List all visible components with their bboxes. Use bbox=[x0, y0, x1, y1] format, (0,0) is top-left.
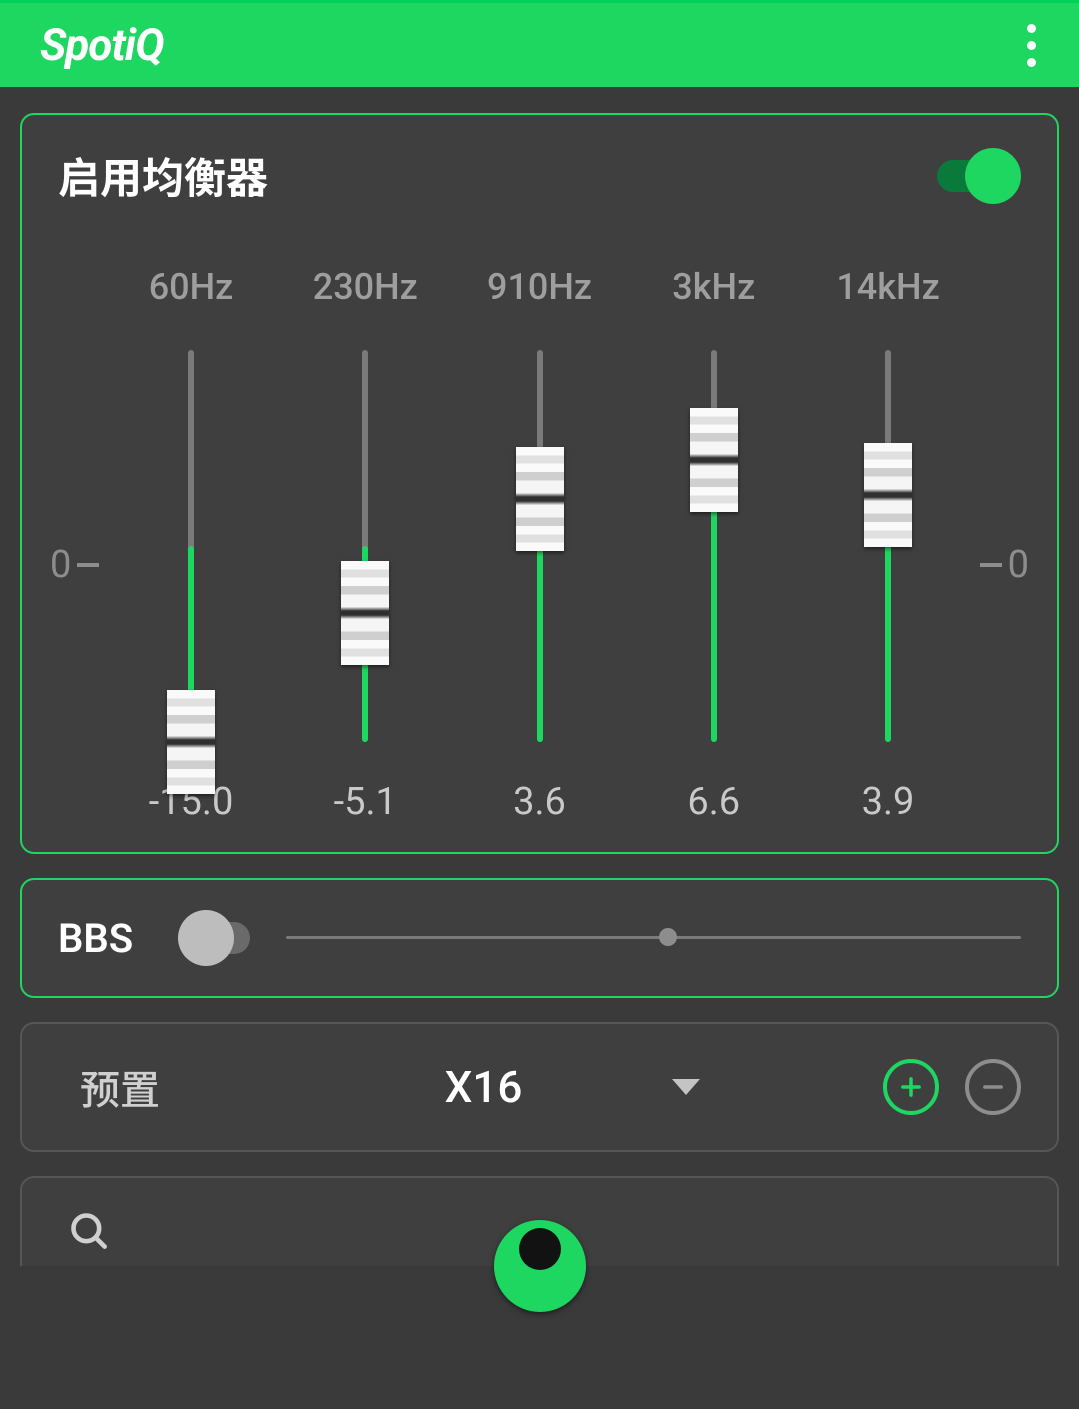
player-card bbox=[20, 1176, 1059, 1266]
overflow-menu-button[interactable] bbox=[1007, 21, 1055, 69]
chevron-down-icon bbox=[672, 1079, 700, 1095]
eq-band-thumb[interactable] bbox=[341, 561, 389, 665]
zero-mark-left: 0 bbox=[50, 266, 114, 824]
eq-band-freq: 3kHz bbox=[672, 266, 755, 308]
eq-band-value: 3.6 bbox=[513, 780, 566, 824]
preset-selected-value: X16 bbox=[445, 1061, 523, 1113]
eq-band-slider[interactable] bbox=[292, 350, 438, 742]
eq-band-value: -5.1 bbox=[334, 780, 397, 824]
add-preset-button[interactable] bbox=[883, 1059, 939, 1115]
search-icon[interactable] bbox=[68, 1210, 112, 1258]
eq-band: 60Hz-15.0 bbox=[118, 266, 264, 824]
eq-band-thumb[interactable] bbox=[516, 447, 564, 551]
more-vert-icon bbox=[1027, 24, 1036, 33]
eq-band-freq: 60Hz bbox=[149, 266, 234, 308]
eq-band-freq: 230Hz bbox=[313, 266, 418, 308]
preset-select[interactable]: X16 bbox=[288, 1061, 857, 1113]
eq-band: 910Hz 3.6 bbox=[467, 266, 613, 824]
eq-band-slider[interactable] bbox=[467, 350, 613, 742]
preset-label: 预置 bbox=[58, 1058, 288, 1116]
remove-preset-button[interactable] bbox=[965, 1059, 1021, 1115]
eq-band: 230Hz -5.1 bbox=[292, 266, 438, 824]
eq-band-thumb[interactable] bbox=[167, 690, 215, 794]
eq-band-group: 60Hz-15.0 230Hz -5.1 910Hz 3.6 3kHz 6.6 14kHz 3.… bbox=[114, 266, 965, 824]
minus-icon bbox=[979, 1073, 1007, 1101]
zero-mark-right: 0 bbox=[965, 266, 1029, 824]
bbs-slider[interactable] bbox=[286, 932, 1021, 944]
equalizer-title: 启用均衡器 bbox=[58, 145, 268, 206]
eq-band-thumb[interactable] bbox=[864, 443, 912, 547]
app-title: SpotiQ bbox=[40, 19, 164, 71]
eq-band: 14kHz 3.9 bbox=[815, 266, 961, 824]
equalizer-card: 启用均衡器 0 60Hz-15.0 230Hz -5.1 910Hz 3.6 3kHz 6.… bbox=[20, 113, 1059, 854]
preset-card: 预置 X16 bbox=[20, 1022, 1059, 1152]
eq-band-thumb[interactable] bbox=[690, 408, 738, 512]
app-header: SpotiQ bbox=[0, 3, 1079, 87]
bbs-label: BBS bbox=[58, 915, 154, 962]
bbs-slider-thumb[interactable] bbox=[659, 928, 677, 946]
eq-band: 3kHz 6.6 bbox=[641, 266, 787, 824]
plus-icon bbox=[897, 1073, 925, 1101]
bbs-card: BBS bbox=[20, 878, 1059, 998]
eq-band-freq: 910Hz bbox=[487, 266, 592, 308]
eq-band-slider[interactable] bbox=[641, 350, 787, 742]
bbs-toggle[interactable] bbox=[178, 910, 262, 966]
eq-band-value: 3.9 bbox=[862, 780, 915, 824]
eq-band-value: 6.6 bbox=[687, 780, 740, 824]
eq-band-freq: 14kHz bbox=[836, 266, 939, 308]
play-button[interactable] bbox=[494, 1220, 586, 1312]
eq-band-slider[interactable] bbox=[118, 350, 264, 742]
eq-band-slider[interactable] bbox=[815, 350, 961, 742]
equalizer-toggle[interactable] bbox=[937, 148, 1021, 204]
